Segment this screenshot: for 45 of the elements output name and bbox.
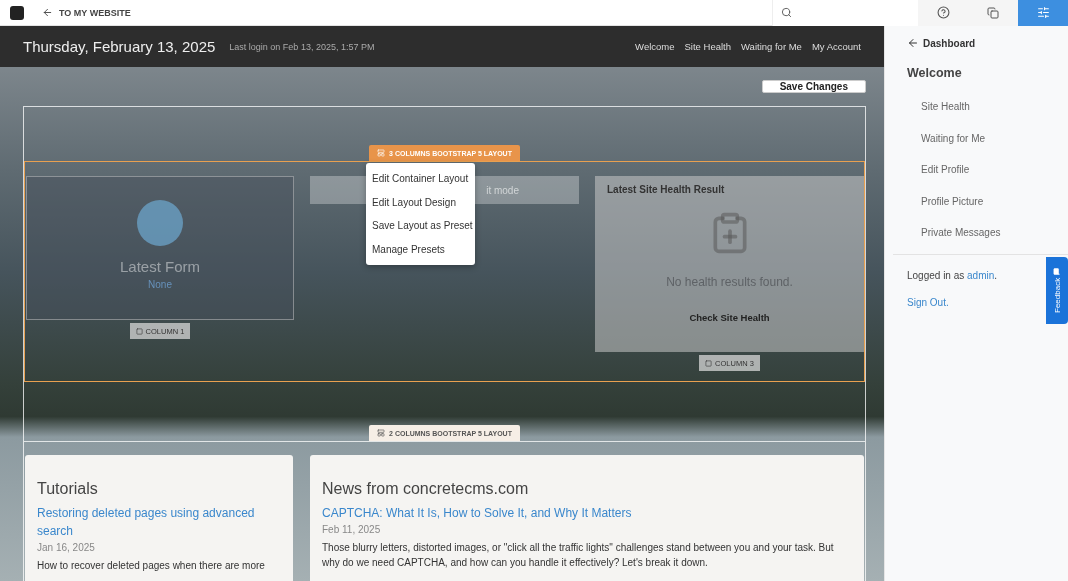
card-title: News from concretecms.com <box>322 480 530 498</box>
back-link[interactable]: TO MY WEBSITE <box>42 7 131 18</box>
feedback-tab[interactable]: Feedback <box>1046 257 1068 324</box>
last-login-text: Last login on Feb 13, 2025, 1:57 PM <box>229 41 375 52</box>
copy-icon <box>987 6 999 19</box>
check-health-button[interactable]: Check Site Health <box>683 311 776 324</box>
article-summary: Those blurry letters, distorted images, or "click all the traffic lights" challenges stand between you and your task. But why do we need CAPTCHA, and how can you handle it effectively? Let's break it down. <box>322 541 835 570</box>
sidebar-item[interactable]: Waiting for Me <box>921 122 1068 154</box>
toolbar-button[interactable] <box>918 0 968 26</box>
notice-text: it mode <box>486 184 519 196</box>
search-icon <box>781 7 792 18</box>
help-icon <box>936 6 950 19</box>
menu-item[interactable]: Edit Layout Design <box>366 190 475 214</box>
sidebar-item[interactable]: Profile Picture <box>921 185 1068 217</box>
card-title: Latest Form <box>120 258 200 275</box>
sidebar-item[interactable]: Private Messages <box>921 217 1068 249</box>
card-title: Tutorials <box>37 480 99 498</box>
arrow-left-icon <box>907 37 919 49</box>
nav-link[interactable]: Site Health <box>684 41 731 52</box>
menu-item[interactable]: Edit Container Layout <box>366 167 475 191</box>
article-date: Feb 11, 2025 <box>322 524 382 535</box>
toolbar-button[interactable] <box>1018 0 1068 26</box>
article-date: Jan 16, 2025 <box>37 542 96 553</box>
article-link[interactable]: CAPTCHA: What It Is, How to Solve It, and Why It Matters <box>322 504 852 522</box>
save-button[interactable]: Save Changes <box>761 80 866 93</box>
logged-in-text: Logged in as admin. <box>907 269 998 281</box>
logo-icon[interactable] <box>10 5 24 20</box>
menu-item[interactable]: Manage Presets <box>366 237 475 261</box>
menu-item[interactable]: Save Layout as Preset <box>366 214 475 238</box>
sliders-icon <box>1036 6 1050 19</box>
date-text: Thursday, February 13, 2025 <box>23 38 216 55</box>
card-title: Latest Site Health Result <box>607 184 725 195</box>
nav-link[interactable]: My Account <box>811 41 861 52</box>
sidebar-heading: Welcome <box>907 66 963 80</box>
nav-link[interactable]: Welcome <box>635 41 675 52</box>
sidebar-item[interactable]: Edit Profile <box>921 154 1068 186</box>
article-link[interactable]: Restoring deleted pages using advanced search <box>37 504 281 540</box>
sidebar-item[interactable]: Site Health <box>921 91 1068 123</box>
search-field[interactable] <box>772 0 918 26</box>
toolbar-button[interactable] <box>968 0 1018 26</box>
nav-link[interactable]: Waiting for Me <box>741 41 802 52</box>
arrow-left-icon <box>42 7 53 18</box>
dashboard-link[interactable]: Dashboard <box>907 37 1068 49</box>
article-summary: How to recover deleted pages when there are more <box>37 559 266 573</box>
sign-out-link[interactable]: Sign Out. <box>907 296 949 308</box>
